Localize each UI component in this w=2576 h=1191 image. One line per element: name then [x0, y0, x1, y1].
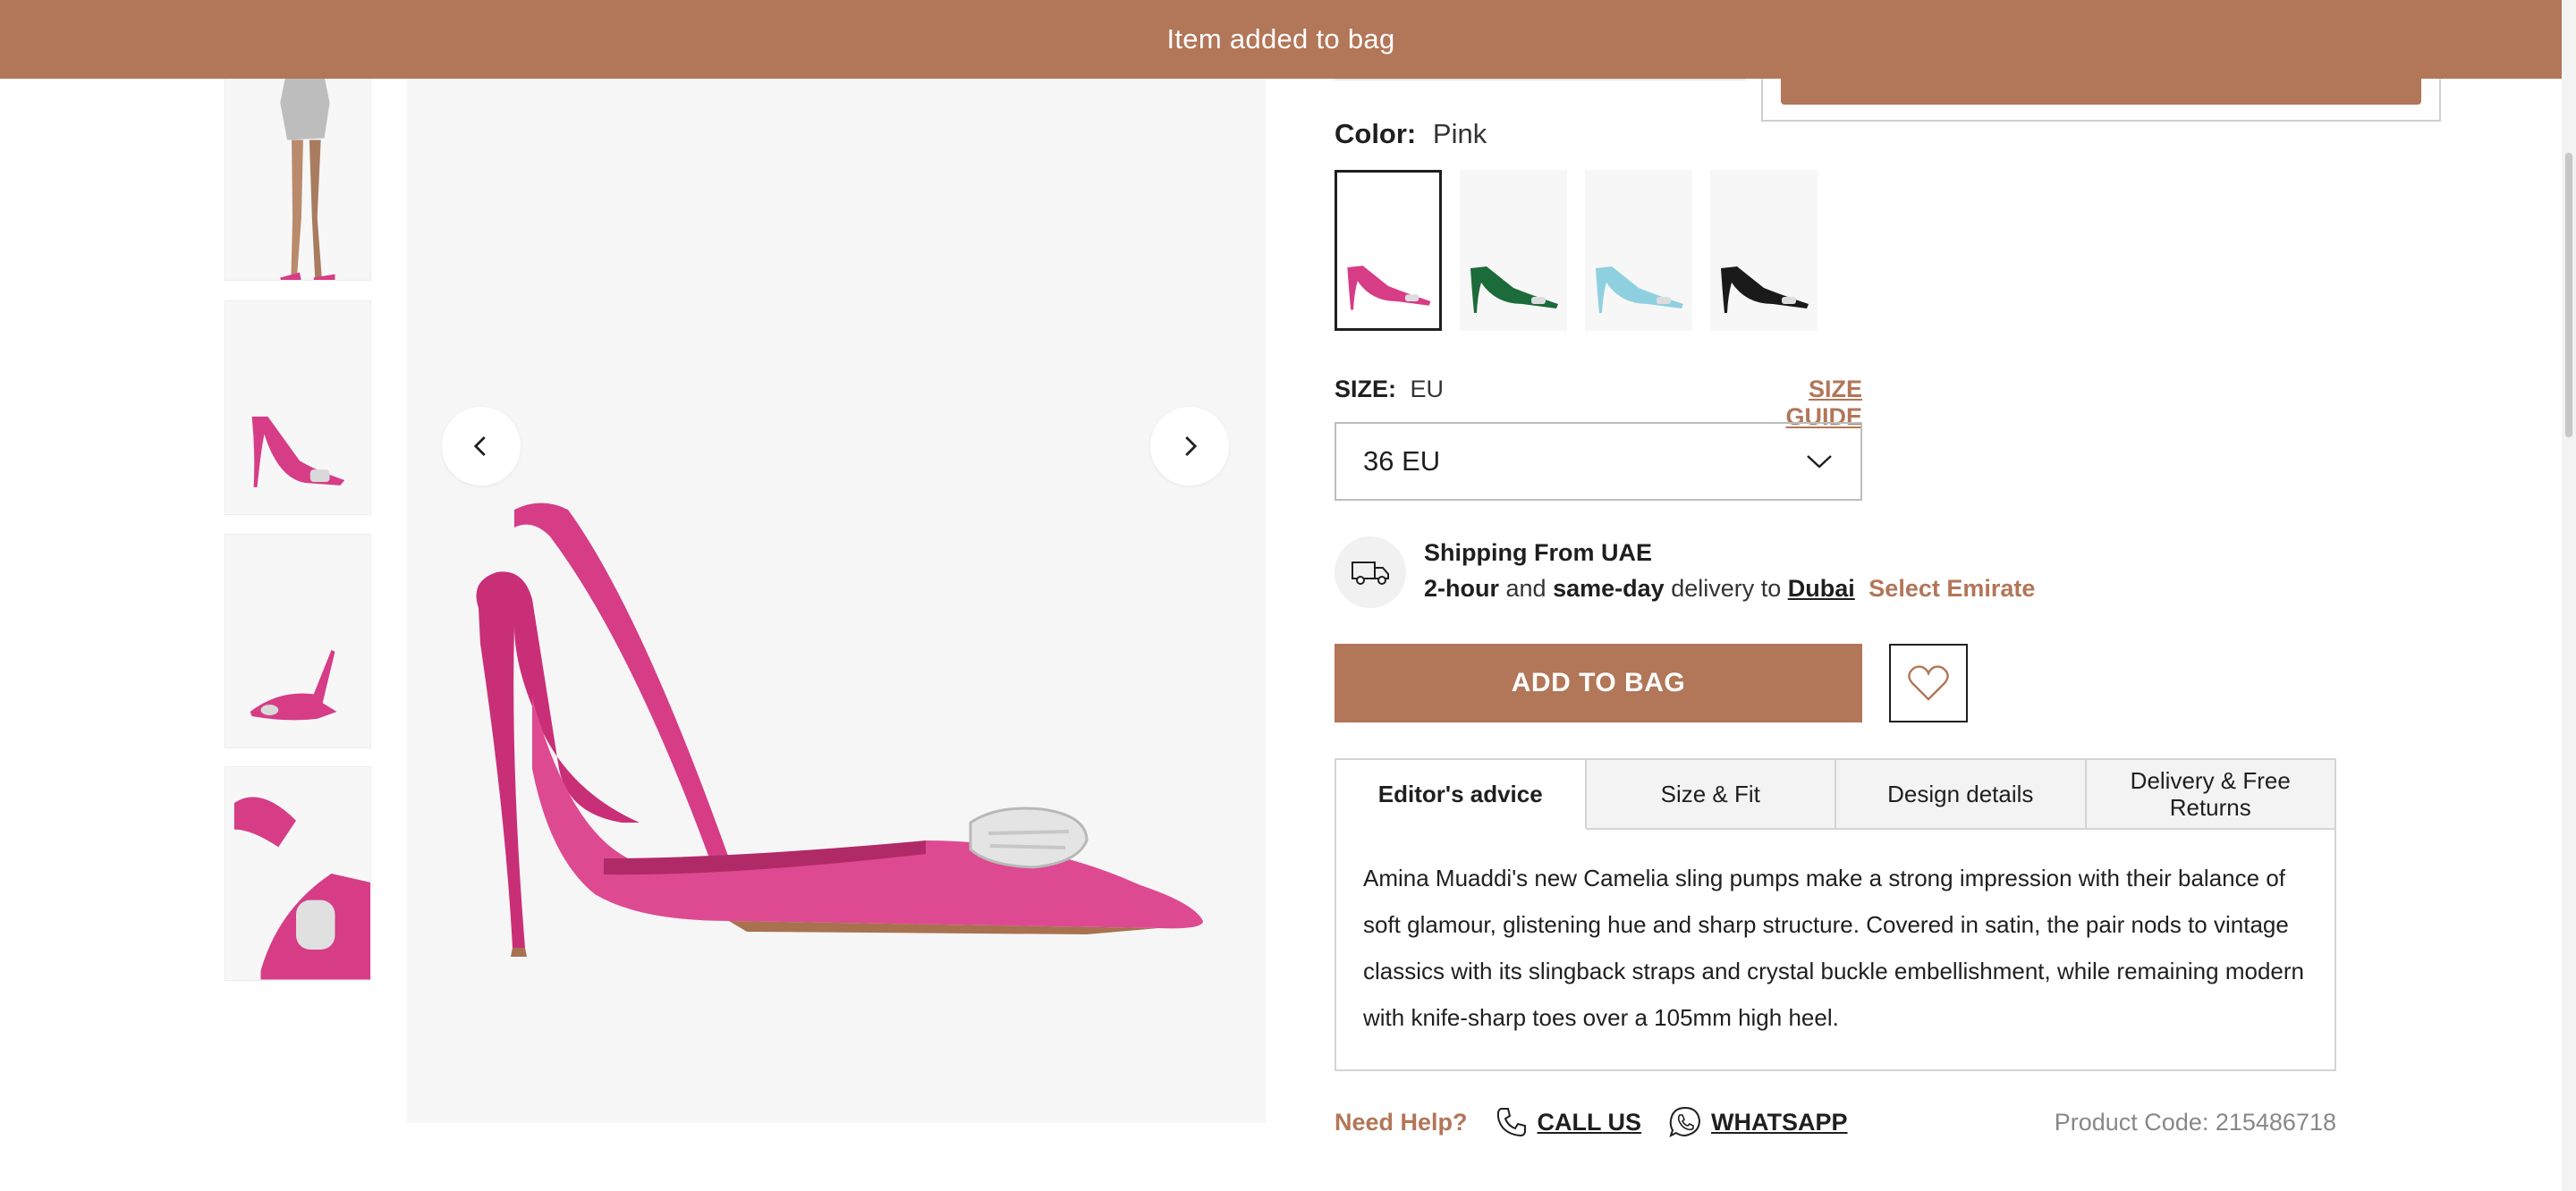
- thumbnail-detail[interactable]: [225, 766, 371, 981]
- color-swatch-green[interactable]: [1460, 170, 1567, 331]
- shipping-and: and: [1505, 575, 1546, 602]
- size-unit: EU: [1410, 376, 1445, 402]
- product-info-tabs: Editor's advice Size & Fit Design detail…: [1335, 758, 2336, 830]
- prev-image-button[interactable]: [442, 407, 521, 486]
- color-swatch-black[interactable]: [1710, 170, 1818, 331]
- thumbnail-front-view[interactable]: [225, 534, 371, 748]
- chevron-left-icon: [473, 436, 486, 456]
- shoe-illustration: [476, 503, 1203, 957]
- color-swatch-light-blue[interactable]: [1585, 170, 1692, 331]
- heart-icon: [1908, 665, 1949, 701]
- shipping-delivery-to: delivery to: [1671, 575, 1782, 602]
- shipping-details: 2-hour and same-day delivery to Dubai Se…: [1424, 575, 2035, 603]
- add-to-bag-button[interactable]: ADD TO BAG: [1335, 644, 1862, 722]
- need-help-label: Need Help?: [1335, 1108, 1468, 1136]
- whatsapp-icon: [1669, 1106, 1701, 1137]
- thumbnail-model[interactable]: [225, 66, 371, 281]
- delivery-icon-badge: [1335, 536, 1406, 608]
- product-code: Product Code: 215486718: [2054, 1109, 2336, 1136]
- tab-delivery-returns[interactable]: Delivery & Free Returns: [2086, 758, 2336, 830]
- chevron-down-icon: [1807, 455, 1832, 469]
- phone-icon: [1496, 1108, 1526, 1137]
- sticky-divider: [1335, 79, 1746, 80]
- help-row: Need Help? CALL US WHATSAPP: [1335, 1105, 1875, 1139]
- shipping-same-day: same-day: [1553, 575, 1665, 602]
- tab-size-fit[interactable]: Size & Fit: [1586, 758, 1836, 830]
- scrollbar-thumb[interactable]: [2564, 152, 2573, 438]
- call-us-label: CALL US: [1537, 1108, 1642, 1136]
- shipping-title: Shipping From UAE: [1424, 539, 1652, 566]
- call-us-link[interactable]: CALL US: [1495, 1105, 1642, 1139]
- editors-advice-panel: Amina Muaddi's new Camelia sling pumps m…: [1335, 828, 2336, 1071]
- delivery-truck-icon: [1352, 562, 1389, 585]
- shipping-two-hour: 2-hour: [1424, 575, 1499, 602]
- shipping-city-link[interactable]: Dubai: [1788, 575, 1855, 602]
- editors-advice-text: Amina Muaddi's new Camelia sling pumps m…: [1363, 865, 2304, 1031]
- wishlist-button[interactable]: [1889, 644, 1968, 722]
- color-swatch-pink[interactable]: [1335, 170, 1442, 331]
- color-value: Pink: [1432, 118, 1487, 149]
- whatsapp-label: WHATSAPP: [1711, 1108, 1848, 1136]
- tab-design-details[interactable]: Design details: [1836, 758, 2087, 830]
- select-emirate-link[interactable]: Select Emirate: [1868, 575, 2035, 602]
- whatsapp-link[interactable]: WHATSAPP: [1668, 1105, 1848, 1139]
- size-selected-value: 36 EU: [1363, 445, 1441, 477]
- toast-notification: Item added to bag: [0, 0, 2562, 79]
- toast-message: Item added to bag: [1166, 23, 1395, 55]
- tab-editors-advice[interactable]: Editor's advice: [1335, 758, 1587, 830]
- size-dropdown[interactable]: 36 EU: [1335, 422, 1862, 501]
- size-label: SIZE:: [1335, 376, 1397, 402]
- page-scrollbar[interactable]: [2562, 0, 2576, 1191]
- next-image-button[interactable]: [1150, 407, 1229, 486]
- main-product-image: [407, 0, 1266, 1123]
- size-label-row: SIZE: EU: [1335, 376, 1444, 403]
- chevron-right-icon: [1185, 436, 1198, 456]
- color-label: Color:: [1335, 118, 1417, 149]
- thumbnail-side-view[interactable]: [225, 300, 371, 515]
- color-selector-label: Color: Pink: [1335, 118, 1487, 150]
